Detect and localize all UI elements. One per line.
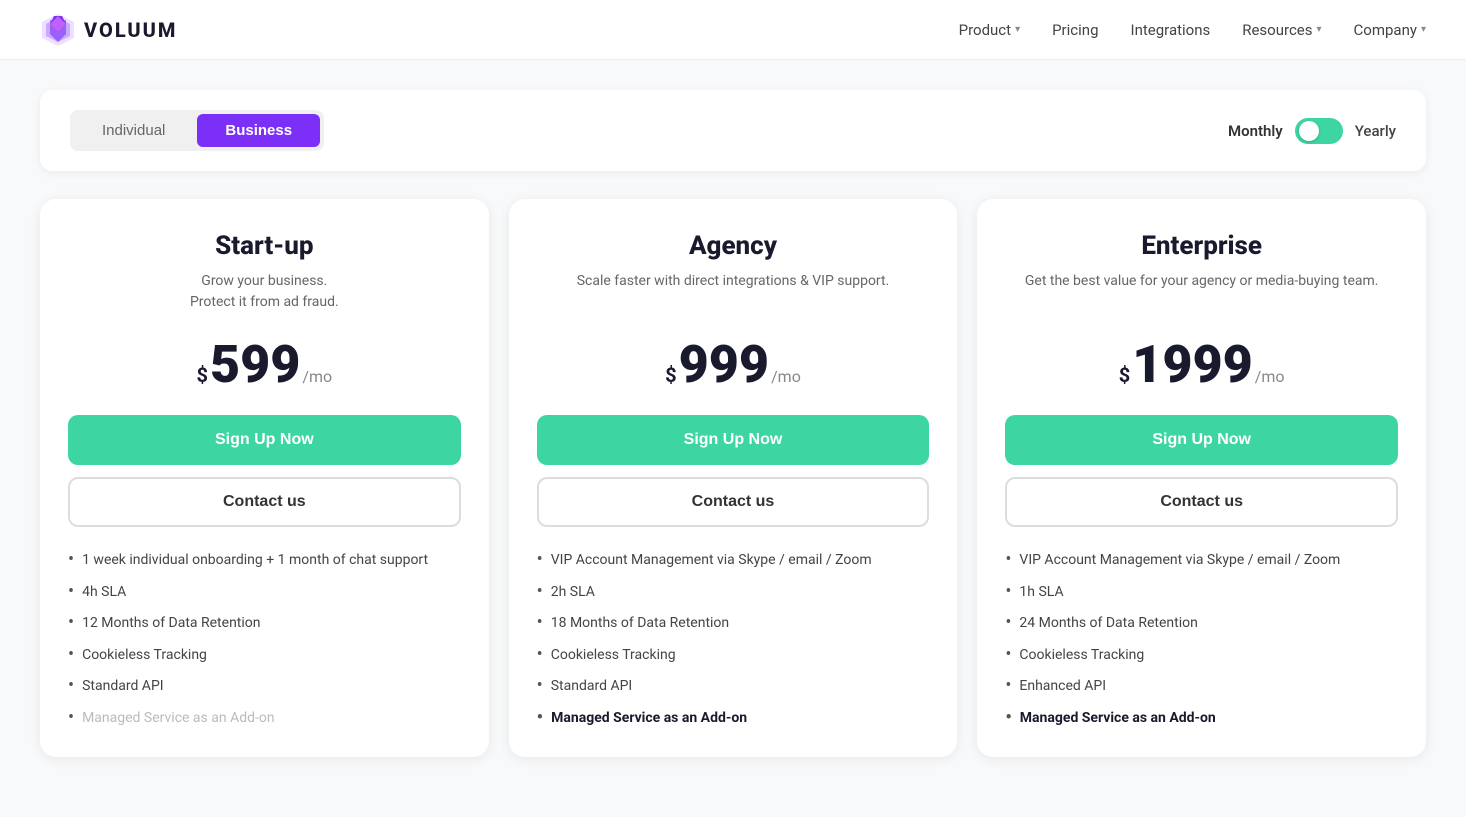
feature-item: 2h SLA — [537, 583, 930, 603]
main-content: Individual Business Monthly Yearly Start… — [0, 60, 1466, 817]
billing-toggle: Monthly Yearly — [1228, 118, 1396, 144]
feature-item: VIP Account Management via Skype / email… — [1005, 551, 1398, 571]
chevron-down-icon: ▾ — [1015, 24, 1020, 35]
pricing-grid: Start-up Grow your business.Protect it f… — [40, 199, 1426, 757]
feature-item: 18 Months of Data Retention — [537, 614, 930, 634]
feature-item: Managed Service as an Add-on — [1005, 709, 1398, 729]
feature-item: Managed Service as an Add-on — [68, 709, 461, 729]
feature-item: Standard API — [537, 677, 930, 697]
feature-item: Cookieless Tracking — [537, 646, 930, 666]
main-nav: Product ▾ Pricing Integrations Resources… — [959, 21, 1426, 39]
price-amount: 599 — [210, 339, 300, 391]
yearly-label: Yearly — [1355, 122, 1396, 140]
price-dollar: $ — [196, 363, 207, 387]
price-amount: 999 — [679, 339, 769, 391]
features-list-agency: VIP Account Management via Skype / email… — [537, 551, 930, 729]
signup-button-agency[interactable]: Sign Up Now — [537, 415, 930, 465]
price-period: /mo — [1255, 367, 1285, 386]
feature-item: Enhanced API — [1005, 677, 1398, 697]
nav-company[interactable]: Company ▾ — [1354, 21, 1426, 39]
price-period: /mo — [302, 367, 332, 386]
feature-item: Cookieless Tracking — [1005, 646, 1398, 666]
toggle-bar: Individual Business Monthly Yearly — [40, 90, 1426, 171]
tab-business[interactable]: Business — [197, 114, 320, 147]
feature-item: 12 Months of Data Retention — [68, 614, 461, 634]
logo[interactable]: VOLUUM — [40, 12, 177, 48]
contact-button-enterprise[interactable]: Contact us — [1005, 477, 1398, 527]
nav-integrations[interactable]: Integrations — [1131, 21, 1211, 39]
plan-tabs: Individual Business — [70, 110, 324, 151]
plan-name-enterprise: Enterprise — [1005, 231, 1398, 261]
feature-item: 4h SLA — [68, 583, 461, 603]
price-dollar: $ — [665, 363, 676, 387]
nav-resources[interactable]: Resources ▾ — [1242, 21, 1321, 39]
plan-desc-enterprise: Get the best value for your agency or me… — [1005, 271, 1398, 319]
plan-name-agency: Agency — [537, 231, 930, 261]
features-list-startup: 1 week individual onboarding + 1 month o… — [68, 551, 461, 729]
signup-button-enterprise[interactable]: Sign Up Now — [1005, 415, 1398, 465]
feature-item: 1 week individual onboarding + 1 month o… — [68, 551, 461, 571]
price-period: /mo — [771, 367, 801, 386]
price-dollar: $ — [1119, 363, 1130, 387]
toggle-knob — [1299, 121, 1319, 141]
header: VOLUUM Product ▾ Pricing Integrations Re… — [0, 0, 1466, 60]
nav-pricing[interactable]: Pricing — [1052, 21, 1098, 39]
logo-text: VOLUUM — [84, 18, 177, 42]
chevron-down-icon: ▾ — [1317, 24, 1322, 35]
plan-name-startup: Start-up — [68, 231, 461, 261]
plan-desc-agency: Scale faster with direct integrations & … — [537, 271, 930, 319]
monthly-label: Monthly — [1228, 122, 1283, 140]
pricing-card-agency: Agency Scale faster with direct integrat… — [509, 199, 958, 757]
nav-product[interactable]: Product ▾ — [959, 21, 1020, 39]
feature-item: Cookieless Tracking — [68, 646, 461, 666]
contact-button-startup[interactable]: Contact us — [68, 477, 461, 527]
feature-item: Managed Service as an Add-on — [537, 709, 930, 729]
feature-item: 1h SLA — [1005, 583, 1398, 603]
tab-individual[interactable]: Individual — [74, 114, 193, 147]
plan-desc-startup: Grow your business.Protect it from ad fr… — [68, 271, 461, 319]
price-area-agency: $ 999 /mo — [537, 339, 930, 391]
pricing-card-startup: Start-up Grow your business.Protect it f… — [40, 199, 489, 757]
logo-icon — [40, 12, 76, 48]
billing-switch[interactable] — [1295, 118, 1343, 144]
contact-button-agency[interactable]: Contact us — [537, 477, 930, 527]
price-area-startup: $ 599 /mo — [68, 339, 461, 391]
pricing-card-enterprise: Enterprise Get the best value for your a… — [977, 199, 1426, 757]
price-amount: 1999 — [1132, 339, 1253, 391]
feature-item: VIP Account Management via Skype / email… — [537, 551, 930, 571]
feature-item: 24 Months of Data Retention — [1005, 614, 1398, 634]
signup-button-startup[interactable]: Sign Up Now — [68, 415, 461, 465]
feature-item: Standard API — [68, 677, 461, 697]
features-list-enterprise: VIP Account Management via Skype / email… — [1005, 551, 1398, 729]
chevron-down-icon: ▾ — [1421, 24, 1426, 35]
price-area-enterprise: $ 1999 /mo — [1005, 339, 1398, 391]
